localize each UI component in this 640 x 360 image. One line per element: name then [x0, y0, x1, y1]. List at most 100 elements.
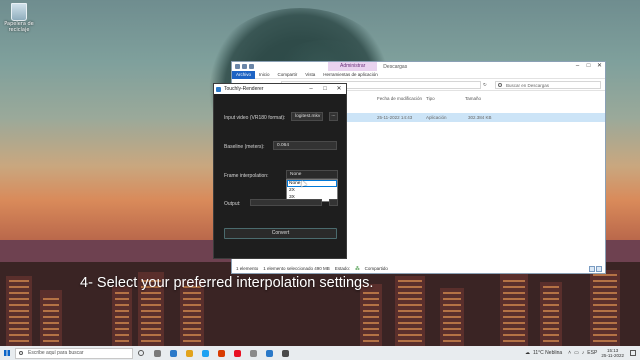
column-type[interactable]: Tipo: [426, 96, 435, 101]
clock-date: 25-11-2022: [601, 353, 624, 358]
taskbar-app-store[interactable]: [181, 346, 197, 360]
taskbar-app-terminal[interactable]: [277, 346, 293, 360]
taskbar-search-input[interactable]: Escribe aquí para buscar: [15, 347, 133, 359]
input-video-field[interactable]: logitest.mkv: [291, 112, 323, 121]
app-title: Touchly-Renderer: [224, 86, 264, 92]
wallpaper-building: [590, 270, 620, 346]
search-icon: [19, 350, 23, 355]
file-size: 302.384 KB: [468, 115, 492, 120]
wallpaper-building: [360, 284, 382, 346]
new-folder-icon[interactable]: [249, 64, 254, 69]
file-row[interactable]: 25-11-2022 14:43 Aplicación 302.384 KB: [347, 113, 605, 122]
taskbar-search-placeholder: Escribe aquí para buscar: [28, 349, 84, 356]
ribbon-tab-herramientas[interactable]: Herramientas de aplicación: [319, 71, 382, 79]
close-icon[interactable]: ✕: [594, 62, 605, 71]
status-state-label: Estado:: [334, 266, 351, 271]
status-item-count: 1 elemento: [236, 266, 259, 271]
task-view-button[interactable]: [133, 346, 149, 360]
weather-widget[interactable]: ☁ 11°C Neblina: [525, 350, 562, 356]
recycle-bin-icon: [11, 3, 27, 21]
baseline-input[interactable]: 0.064: [273, 141, 337, 150]
explorer-search-input[interactable]: Buscar en Descargas: [495, 80, 601, 89]
wallpaper-building: [6, 276, 32, 346]
wallpaper-building: [395, 276, 425, 346]
ribbon-tab-archivo[interactable]: Archivo: [232, 70, 256, 79]
details-view-icon[interactable]: [589, 266, 595, 272]
taskbar-app-settings[interactable]: [245, 346, 261, 360]
store-icon: [185, 349, 193, 357]
app-icon: [216, 86, 221, 92]
maximize-icon[interactable]: □: [318, 84, 332, 94]
wallpaper-building: [40, 290, 62, 346]
taskbar-app-shield[interactable]: [197, 346, 213, 360]
volume-icon[interactable]: ♪: [582, 350, 585, 356]
ribbon-tab-compartir[interactable]: Compartir: [274, 71, 302, 79]
close-icon[interactable]: ✕: [332, 84, 346, 94]
touchly-app-icon: [265, 349, 273, 357]
explorer-title: Descargas: [383, 63, 408, 70]
column-size[interactable]: Tamaño: [465, 96, 481, 101]
recycle-bin-label: Papelera de reciclaje: [4, 21, 34, 33]
search-icon: [498, 82, 502, 87]
touchly-renderer-window[interactable]: Touchly-Renderer – □ ✕ Input video (VR18…: [213, 83, 347, 259]
network-icon[interactable]: ▭: [574, 350, 579, 356]
taskbar-app-browser[interactable]: [165, 346, 181, 360]
folder-icon: [153, 349, 161, 357]
interp-option-2x[interactable]: 2X: [287, 187, 337, 194]
recycle-bin-shortcut[interactable]: Papelera de reciclaje: [2, 2, 36, 33]
terminal-icon: [281, 349, 289, 357]
output-path-field[interactable]: [250, 199, 322, 206]
folder-icon: [235, 64, 240, 69]
frame-interpolation-select[interactable]: None: [286, 170, 338, 179]
minimize-icon[interactable]: –: [304, 84, 318, 94]
status-selection: 1 elemento seleccionado 490 MB: [263, 266, 330, 271]
maximize-icon[interactable]: □: [583, 62, 594, 71]
baseline-label: Baseline (meters):: [224, 144, 265, 150]
view-toggle: [589, 266, 602, 272]
ribbon-tab-inicio[interactable]: Inicio: [255, 71, 274, 79]
tutorial-caption: 4- Select your preferred interpolation s…: [80, 275, 374, 291]
app-titlebar[interactable]: Touchly-Renderer – □ ✕: [214, 84, 346, 94]
wallpaper-building: [112, 286, 132, 346]
app-window-controls: – □ ✕: [304, 84, 346, 94]
shared-icon: ⁂: [355, 265, 360, 271]
taskbar-app-chrome[interactable]: [229, 346, 245, 360]
weather-text: 11°C Neblina: [532, 350, 563, 356]
taskbar-app-touchly[interactable]: [261, 346, 277, 360]
file-type: Aplicación: [426, 115, 447, 120]
weather-icon: ☁: [524, 350, 530, 356]
quick-access-toolbar: [235, 64, 254, 69]
taskbar-app-media[interactable]: [213, 346, 229, 360]
interp-option-none[interactable]: None: [287, 180, 337, 187]
properties-icon[interactable]: [242, 64, 247, 69]
chevron-up-icon[interactable]: ˄: [568, 350, 571, 356]
taskbar: Escribe aquí para buscar ☁ 11°C Neblina …: [0, 346, 640, 360]
ribbon-tab-vista[interactable]: Vista: [301, 71, 319, 79]
browser-icon: [169, 349, 177, 357]
wallpaper-building: [440, 288, 464, 346]
window-controls: – □ ✕: [572, 62, 605, 71]
windows-logo-icon: [4, 350, 10, 356]
start-button[interactable]: [0, 346, 14, 360]
taskbar-clock[interactable]: 15:13 25-11-2022: [601, 348, 624, 358]
taskbar-app-file-explorer[interactable]: [149, 346, 165, 360]
browse-video-button[interactable]: ...: [329, 112, 338, 121]
column-date[interactable]: Fecha de modificación: [377, 96, 422, 101]
explorer-status-bar: 1 elemento 1 elemento seleccionado 490 M…: [232, 264, 605, 273]
media-icon: [217, 349, 225, 357]
notification-icon[interactable]: [630, 350, 636, 356]
minimize-icon[interactable]: –: [572, 62, 583, 71]
refresh-icon[interactable]: ↻: [483, 82, 491, 88]
language-indicator[interactable]: ESP: [587, 350, 597, 356]
file-date: 25-11-2022 14:43: [377, 115, 413, 120]
system-tray: ˄ ▭ ♪ ESP: [568, 350, 597, 356]
browse-output-button[interactable]: [329, 199, 338, 206]
frame-interpolation-label: Frame interpolation:: [224, 173, 269, 179]
shield-icon: [201, 349, 209, 357]
chrome-icon: [233, 349, 241, 357]
explorer-ribbon-tabs: Archivo Inicio Compartir Vista Herramien…: [232, 70, 605, 79]
explorer-column-headers: Fecha de modificación Tipo Tamaño: [347, 95, 605, 105]
large-icons-view-icon[interactable]: [596, 266, 602, 272]
convert-button[interactable]: Convert: [224, 228, 337, 239]
wallpaper-building: [500, 274, 528, 346]
